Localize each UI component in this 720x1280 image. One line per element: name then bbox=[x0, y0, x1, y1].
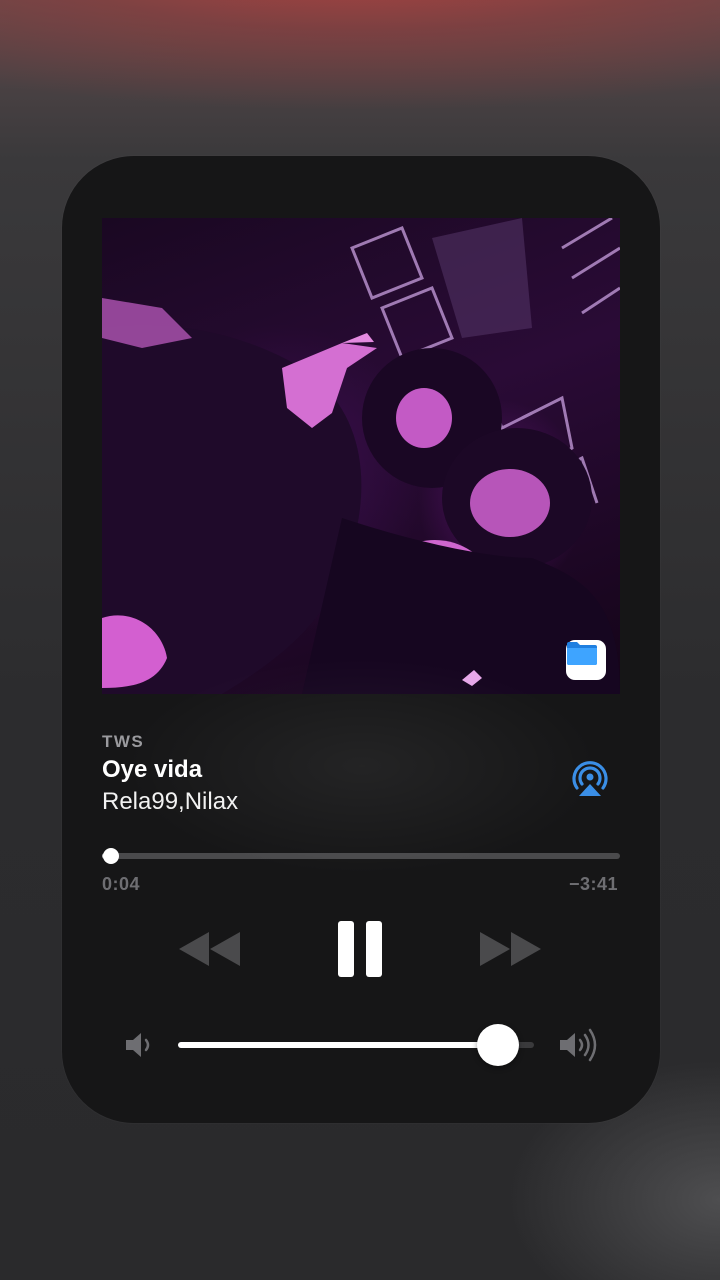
pause-icon bbox=[338, 921, 382, 977]
playback-scrubber-handle[interactable] bbox=[103, 848, 120, 864]
volume-slider-handle[interactable] bbox=[477, 1024, 520, 1066]
elapsed-time: 0:04 bbox=[102, 874, 141, 894]
airplay-icon[interactable] bbox=[567, 756, 613, 802]
album-name: TWS bbox=[102, 732, 145, 751]
pause-button[interactable] bbox=[330, 916, 390, 982]
volume-fill bbox=[178, 1042, 499, 1048]
volume-slider[interactable] bbox=[178, 1024, 534, 1066]
rewind-icon bbox=[179, 932, 240, 966]
playback-scrubber[interactable] bbox=[102, 848, 620, 864]
rewind-button[interactable] bbox=[174, 926, 244, 972]
album-artwork[interactable] bbox=[102, 218, 620, 694]
track-title: Oye vida bbox=[102, 756, 203, 783]
remaining-time: −3:41 bbox=[568, 874, 618, 894]
track-info: TWS Oye vida Rela99,Nilax bbox=[102, 732, 620, 816]
artwork-image bbox=[102, 218, 620, 694]
now-playing-card: TWS Oye vida Rela99,Nilax 0:04 −3:41 bbox=[62, 156, 660, 1123]
track-artist: Rela99,Nilax bbox=[102, 788, 239, 815]
fast-forward-button[interactable] bbox=[476, 926, 546, 972]
fast-forward-icon bbox=[480, 932, 541, 966]
speaker-low-icon bbox=[124, 1030, 156, 1065]
files-app-icon[interactable] bbox=[566, 640, 606, 680]
speaker-high-icon bbox=[558, 1028, 604, 1067]
